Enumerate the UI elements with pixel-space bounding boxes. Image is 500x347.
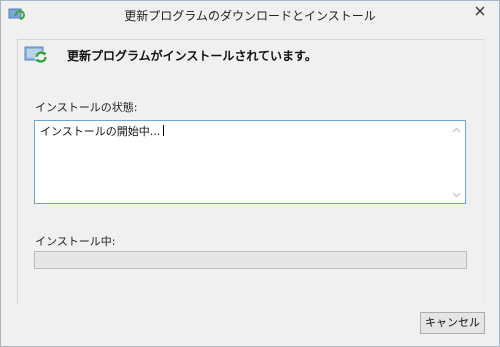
install-status-heading: 更新プログラムがインストールされています。 <box>67 49 317 63</box>
installer-window: 更新プログラムのダウンロードとインストール 更新プログラムがインストールされてい… <box>0 0 500 347</box>
install-status-log-value: インストールの開始中... <box>40 125 161 138</box>
close-icon <box>475 6 485 16</box>
install-status-log[interactable]: インストールの開始中... <box>34 120 466 204</box>
window-title: 更新プログラムのダウンロードとインストール <box>124 9 376 23</box>
title-bar[interactable]: 更新プログラムのダウンロードとインストール <box>1 1 499 29</box>
button-area-divider <box>1 304 499 305</box>
install-progress-bar <box>34 251 467 269</box>
text-caret <box>163 125 165 136</box>
vertical-scrollbar[interactable] <box>449 122 464 202</box>
update-install-icon <box>24 42 50 66</box>
install-status-label: インストールの状態: <box>35 101 138 114</box>
close-button[interactable] <box>467 1 493 21</box>
cancel-button[interactable]: キャンセル <box>420 312 485 334</box>
installing-label: インストール中: <box>35 235 116 248</box>
scroll-up-icon[interactable] <box>452 127 461 133</box>
install-status-log-text: インストールの開始中... <box>40 123 165 139</box>
scroll-down-icon[interactable] <box>452 192 461 198</box>
